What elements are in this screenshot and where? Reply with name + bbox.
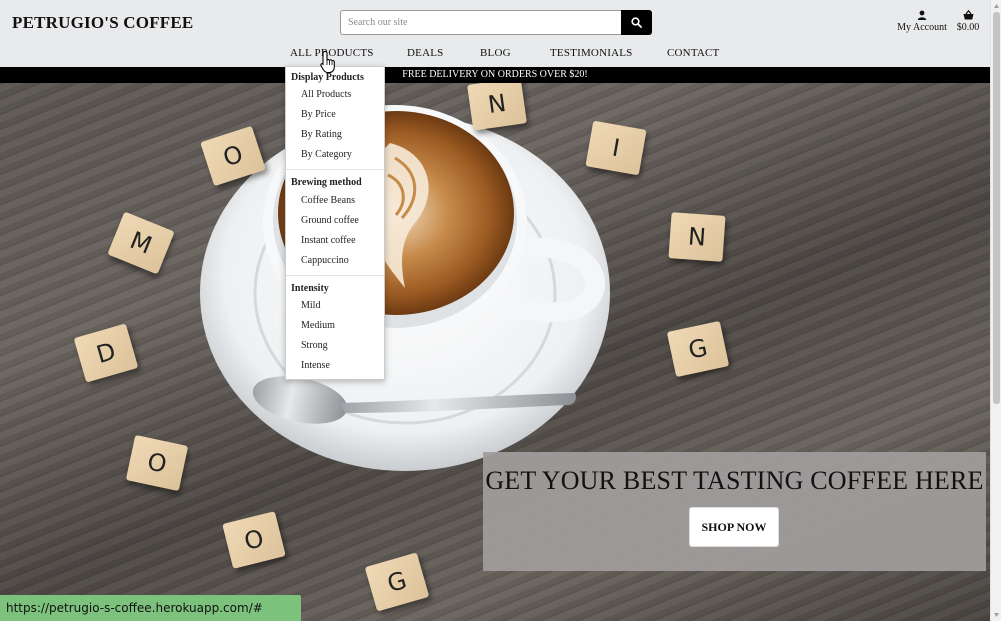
search-form bbox=[340, 10, 652, 35]
hero-section: N O I M N D G O O G GET YOUR BEST TASTIN… bbox=[0, 83, 990, 621]
shopping-basket-icon bbox=[963, 10, 973, 20]
search-icon bbox=[631, 17, 642, 28]
hero-title: GET YOUR BEST TASTING COFFEE HERE bbox=[485, 466, 984, 495]
basket-total: $0.00 bbox=[956, 22, 980, 33]
nav-contact[interactable]: CONTACT bbox=[667, 47, 719, 59]
brand-logo[interactable]: PETRUGIO'S COFFEE bbox=[12, 13, 193, 33]
dropdown-heading-brewing-method: Brewing method bbox=[291, 177, 362, 188]
user-icon bbox=[917, 10, 927, 20]
dropdown-item-coffee-beans[interactable]: Coffee Beans bbox=[301, 195, 355, 206]
scroll-up-arrow-icon[interactable] bbox=[993, 2, 1000, 10]
letter-tile: N bbox=[668, 212, 726, 262]
nav-blog[interactable]: BLOG bbox=[480, 47, 511, 59]
dropdown-heading-intensity: Intensity bbox=[291, 283, 329, 294]
dropdown-divider bbox=[286, 275, 384, 276]
vertical-scrollbar[interactable] bbox=[990, 0, 1001, 621]
dropdown-item-by-price[interactable]: By Price bbox=[301, 109, 336, 120]
dropdown-item-mild[interactable]: Mild bbox=[301, 300, 320, 311]
dropdown-item-intense[interactable]: Intense bbox=[301, 360, 330, 371]
delivery-banner: FREE DELIVERY ON ORDERS OVER $20! bbox=[0, 67, 990, 83]
dropdown-item-ground-coffee[interactable]: Ground coffee bbox=[301, 215, 359, 226]
dropdown-item-by-rating[interactable]: By Rating bbox=[301, 129, 342, 140]
my-account-link[interactable]: My Account bbox=[896, 10, 948, 33]
nav-testimonials[interactable]: TESTIMONIALS bbox=[550, 47, 632, 59]
dropdown-item-cappuccino[interactable]: Cappuccino bbox=[301, 255, 349, 266]
nav-deals[interactable]: DEALS bbox=[407, 47, 443, 59]
scroll-down-arrow-icon[interactable] bbox=[993, 611, 1000, 619]
shop-now-button[interactable]: SHOP NOW bbox=[689, 507, 779, 547]
letter-tile: I bbox=[585, 120, 647, 176]
hand-pointer-icon bbox=[320, 50, 335, 74]
basket-link[interactable]: $0.00 bbox=[954, 10, 982, 33]
site-header: PETRUGIO'S COFFEE My Account $0.00 ALL P… bbox=[0, 0, 990, 67]
hero-cta-panel: GET YOUR BEST TASTING COFFEE HERE SHOP N… bbox=[483, 452, 986, 571]
my-account-label: My Account bbox=[897, 22, 947, 33]
link-preview-statusbar: https://petrugio-s-coffee.herokuapp.com/… bbox=[0, 595, 301, 621]
search-input[interactable] bbox=[340, 10, 621, 35]
scrollbar-thumb[interactable] bbox=[993, 12, 1000, 404]
main-nav: ALL PRODUCTS DEALS BLOG TESTIMONIALS CON… bbox=[0, 47, 990, 61]
dropdown-item-instant-coffee[interactable]: Instant coffee bbox=[301, 235, 356, 246]
dropdown-item-by-category[interactable]: By Category bbox=[301, 149, 352, 160]
dropdown-item-all-products[interactable]: All Products bbox=[301, 89, 351, 100]
dropdown-item-medium[interactable]: Medium bbox=[301, 320, 335, 331]
dropdown-divider bbox=[286, 169, 384, 170]
letter-tile: N bbox=[467, 83, 527, 131]
search-button[interactable] bbox=[621, 10, 652, 35]
dropdown-item-strong[interactable]: Strong bbox=[301, 340, 328, 351]
all-products-dropdown: Display Products All Products By Price B… bbox=[285, 66, 385, 380]
